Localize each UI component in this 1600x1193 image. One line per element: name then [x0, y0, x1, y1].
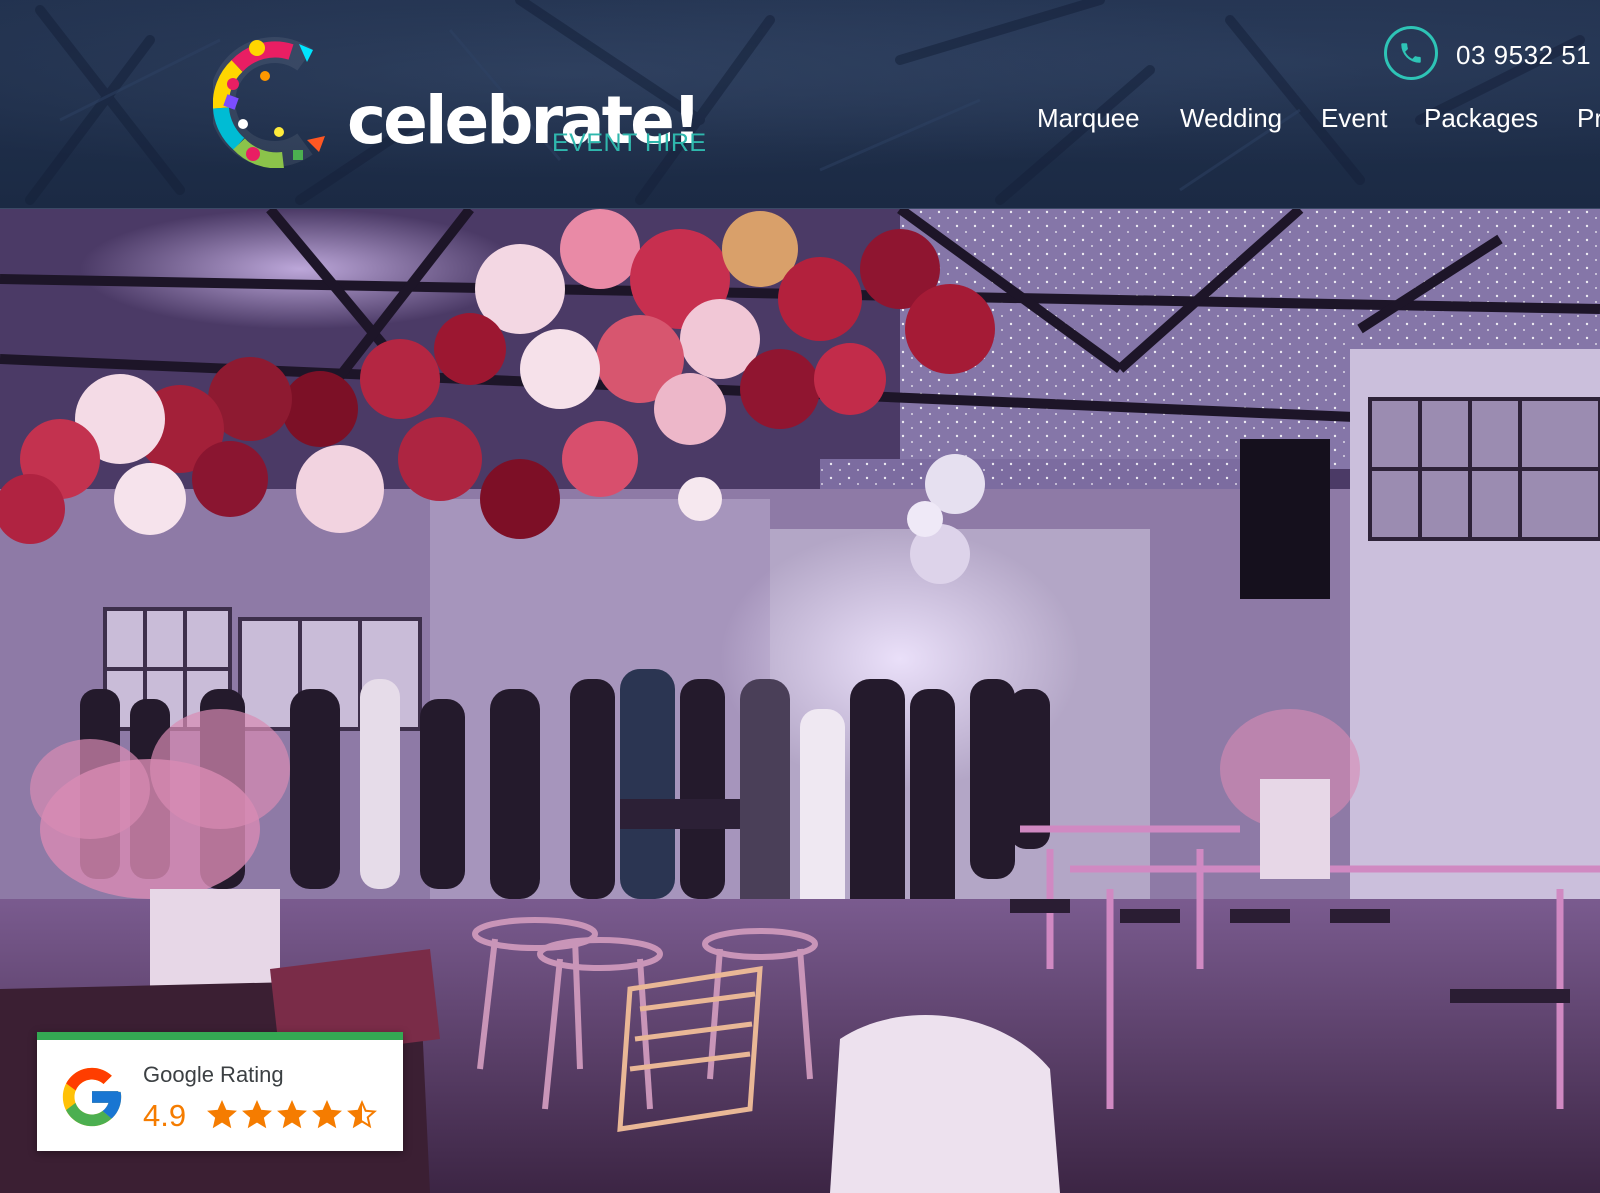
logo-subtitle: EVENT HIRE — [552, 129, 707, 157]
google-rating-score: 4.9 — [143, 1098, 187, 1133]
page: celebrate! EVENT HIRE 03 9532 51 Marquee… — [0, 0, 1600, 1193]
google-rating-badge[interactable]: Google Rating 4.9 — [37, 1032, 403, 1151]
logo-c-mark-icon — [213, 37, 325, 168]
nav-item-wedding[interactable]: Wedding — [1180, 103, 1282, 134]
star-half-icon — [347, 1100, 377, 1129]
site-header: celebrate! EVENT HIRE 03 9532 51 Marquee… — [0, 0, 1600, 209]
nav-item-more[interactable]: Pr — [1577, 103, 1600, 134]
nav-item-event[interactable]: Event — [1321, 103, 1388, 134]
star-full-icon — [277, 1100, 307, 1129]
star-full-icon — [242, 1100, 272, 1129]
star-full-icon — [207, 1100, 237, 1129]
nav-item-marquee[interactable]: Marquee — [1037, 103, 1140, 134]
phone-number[interactable]: 03 9532 51 — [1456, 40, 1591, 71]
nav-item-packages[interactable]: Packages — [1424, 103, 1538, 134]
google-g-icon — [62, 1067, 122, 1127]
site-logo[interactable]: celebrate! EVENT HIRE — [213, 36, 723, 176]
phone-icon — [1384, 26, 1438, 80]
google-rating-title: Google Rating — [143, 1062, 284, 1087]
star-full-icon — [312, 1100, 342, 1129]
google-rating-stars — [207, 1100, 382, 1130]
